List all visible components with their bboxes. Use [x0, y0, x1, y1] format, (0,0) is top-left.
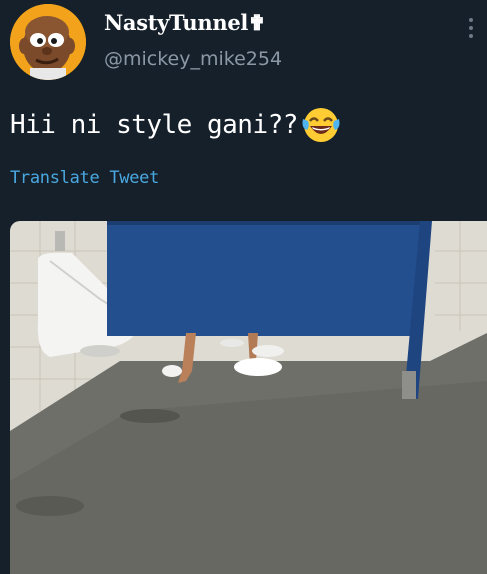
more-options-icon[interactable] [467, 16, 475, 40]
face-with-tears-of-joy-icon [300, 104, 342, 146]
display-name[interactable]: NastyTunnel✟ [104, 10, 266, 35]
tweet-card: NastyTunnel✟ @mickey_mike254 Hii ni styl… [0, 0, 487, 574]
tweet-text: Hii ni style gani?? [10, 110, 298, 140]
translate-tweet-link[interactable]: Translate Tweet [10, 168, 159, 188]
avatar[interactable] [10, 4, 86, 80]
tweet-body: Hii ni style gani?? [10, 104, 342, 146]
user-handle[interactable]: @mickey_mike254 [104, 48, 282, 70]
tweet-photo[interactable] [10, 221, 487, 574]
bathroom-stall-photo [10, 221, 487, 574]
cartoon-face-icon [10, 4, 86, 80]
